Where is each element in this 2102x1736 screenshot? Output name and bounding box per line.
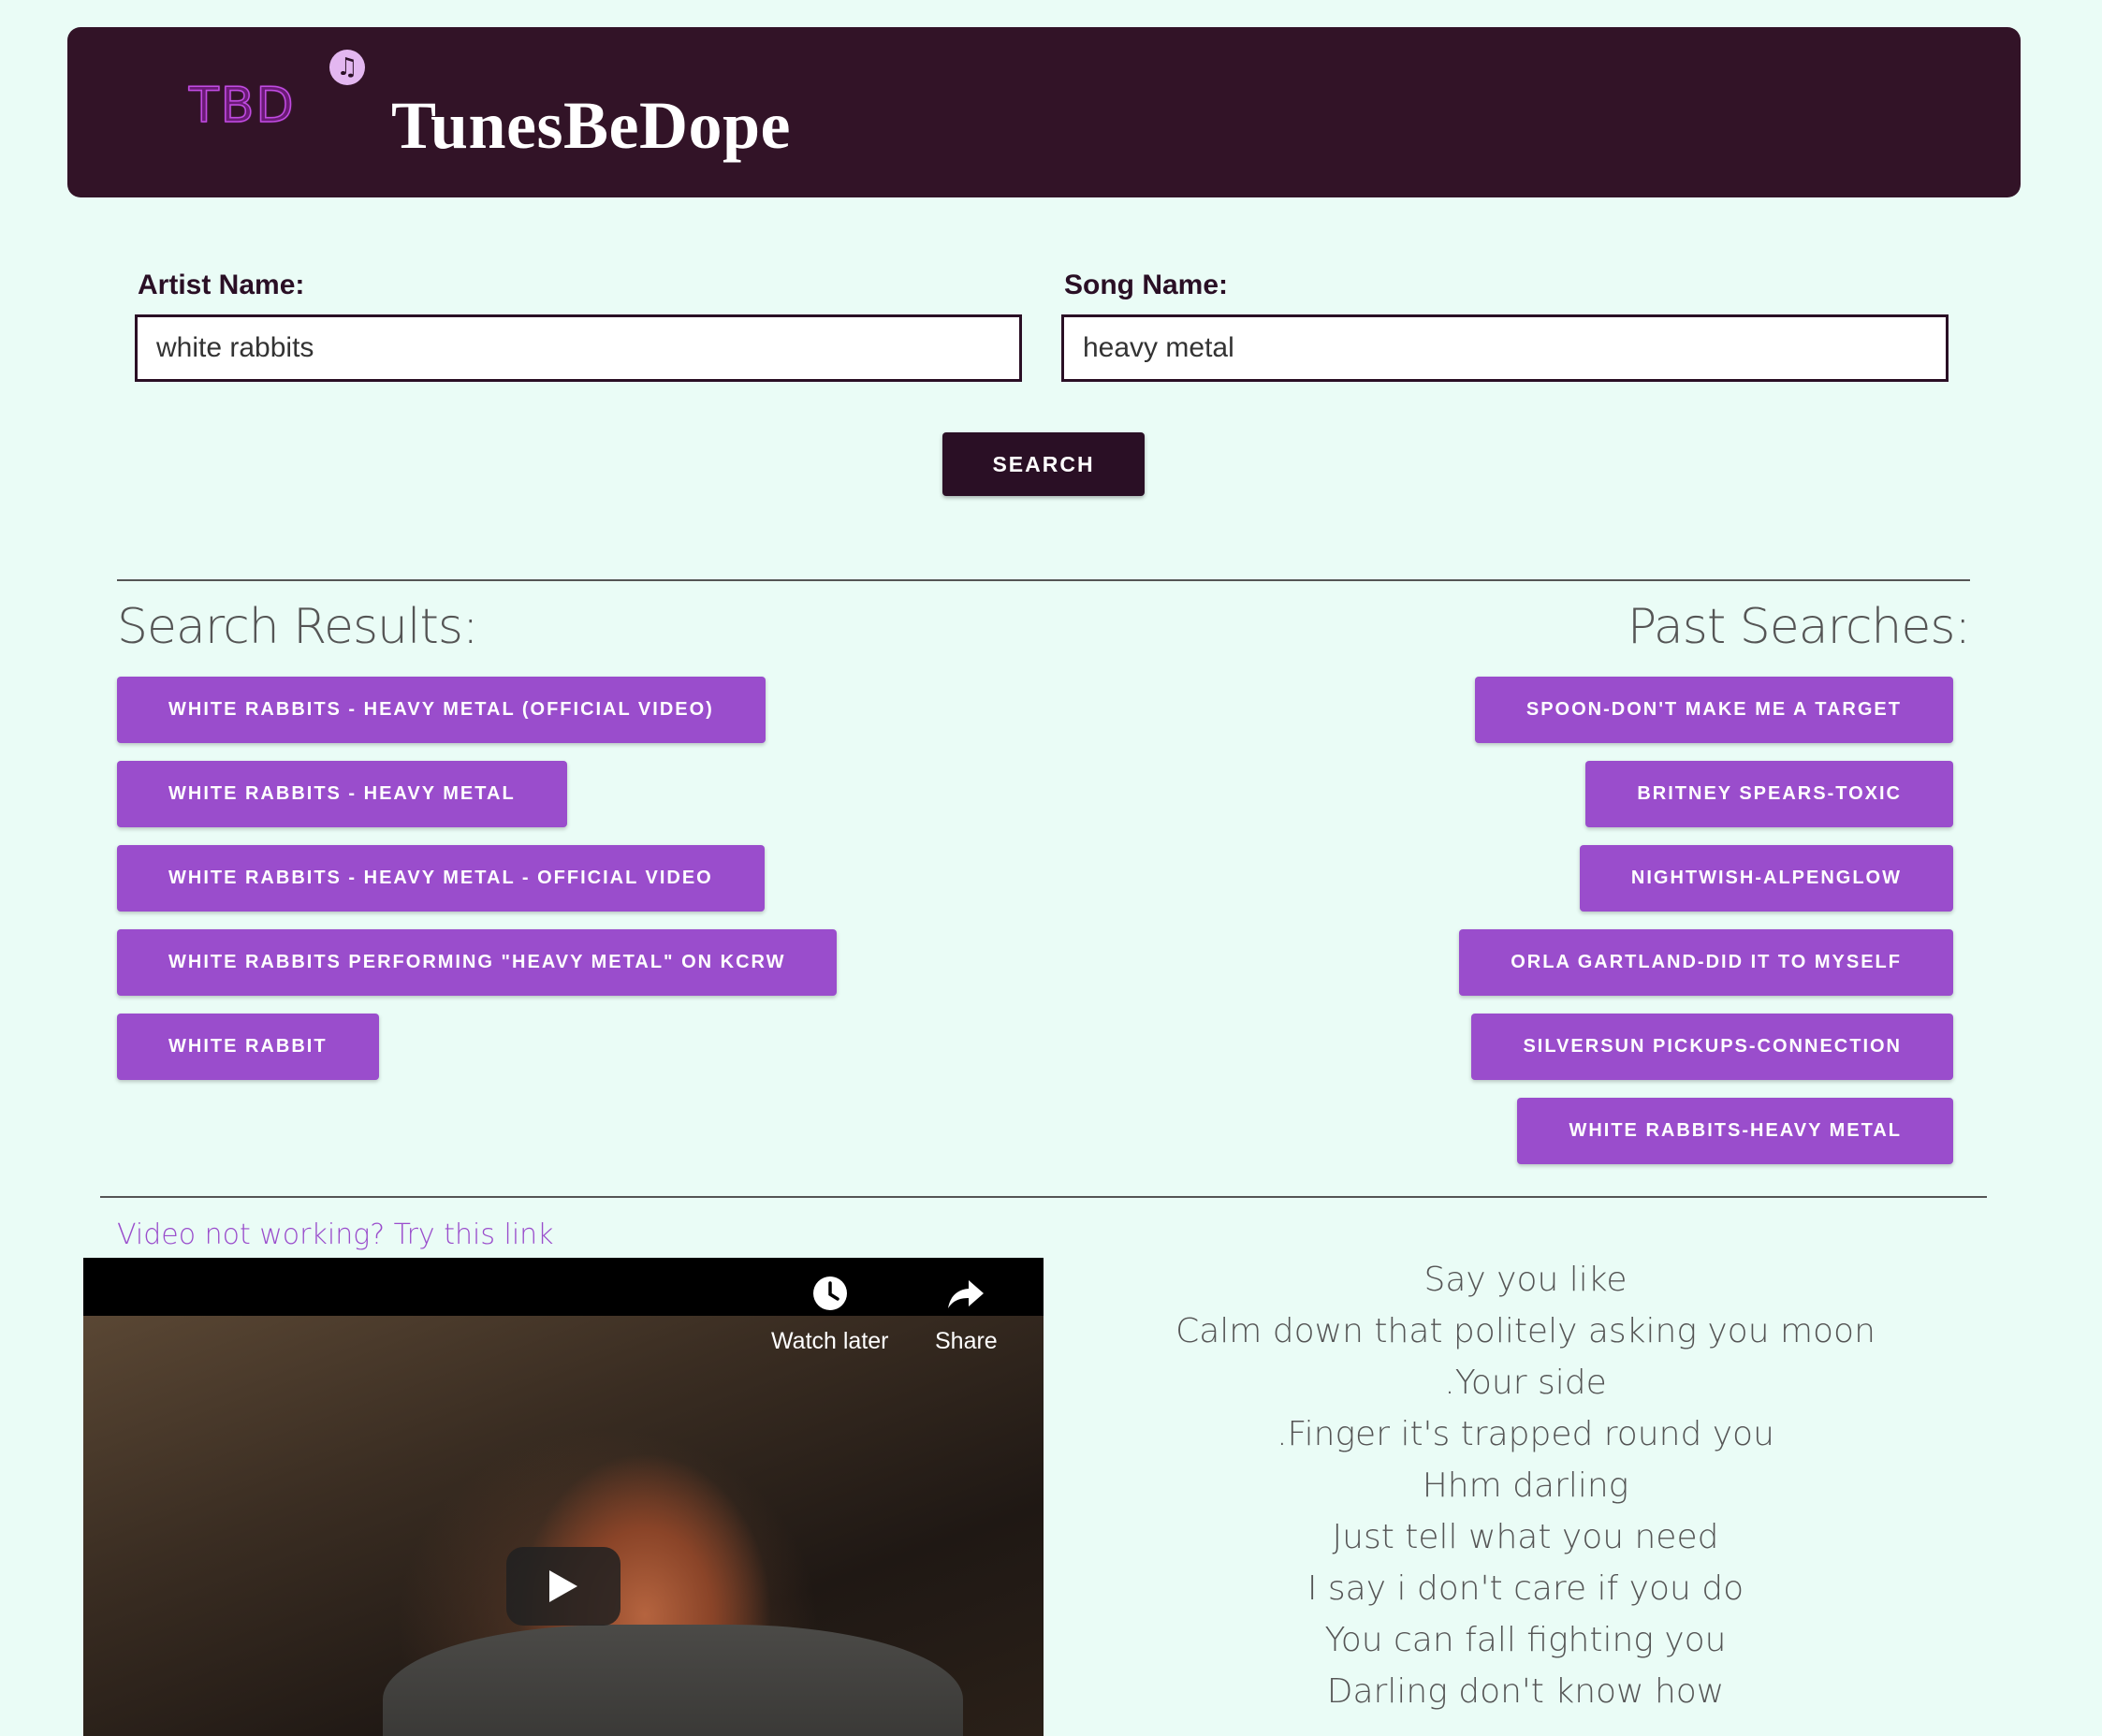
watch-later-button[interactable]: Watch later <box>771 1275 889 1355</box>
past-search-button[interactable]: spoon-don't make me a target <box>1474 677 1953 743</box>
play-button[interactable] <box>506 1547 620 1626</box>
past-searches-heading: Past Searches: <box>1627 599 1971 655</box>
lyric-line: .Your side <box>1444 1364 1607 1402</box>
video-player[interactable]: Watch later Share <box>83 1258 1044 1736</box>
song-name-label: Song Name: <box>1064 270 1229 300</box>
search-result-button[interactable]: White Rabbits - Heavy Metal (Official Vi… <box>117 677 766 743</box>
logo[interactable]: TBD ♫ <box>188 38 365 151</box>
lyric-line: Calm down that politely asking you moon <box>1175 1312 1876 1350</box>
watch-later-label: Watch later <box>771 1328 889 1354</box>
lyric-line: Hhm darling <box>1422 1466 1629 1505</box>
past-search-button[interactable]: britney spears-toxic <box>1585 761 1953 827</box>
music-note-icon: ♫ <box>329 50 365 85</box>
past-search-button[interactable]: nightwish-alpenglow <box>1579 845 1953 912</box>
divider <box>100 1196 1987 1198</box>
lyric-line: I say i don't care if you do <box>1306 1569 1744 1608</box>
play-icon <box>549 1570 577 1602</box>
lyric-line: Just tell what you need <box>1332 1518 1719 1556</box>
video-thumbnail <box>83 1316 1044 1736</box>
lyric-line: .Finger it's trapped round you <box>1277 1415 1774 1453</box>
search-result-button[interactable]: White Rabbits - Heavy Metal - Official V… <box>117 845 765 912</box>
clock-icon <box>811 1275 849 1320</box>
artist-name-input[interactable] <box>135 314 1022 382</box>
video-fallback-link[interactable]: Video not working? Try this link <box>117 1218 554 1251</box>
lyrics-panel: Say you like Calm down that politely ask… <box>1104 1254 1947 1717</box>
past-search-button[interactable]: silversun pickups-connection <box>1471 1014 1953 1080</box>
lyric-line: Say you like <box>1423 1261 1628 1299</box>
logo-text: TBD <box>188 77 296 135</box>
search-results-heading: Search Results: <box>117 599 478 655</box>
search-button[interactable]: SEARCH <box>942 432 1145 496</box>
search-results-list: White Rabbits - Heavy Metal (Official Vi… <box>117 677 838 1098</box>
lyric-line: You can fall fighting you <box>1324 1621 1727 1659</box>
divider <box>117 579 1970 581</box>
site-title: TunesBeDope <box>391 88 791 163</box>
share-label: Share <box>935 1328 998 1354</box>
search-result-button[interactable]: White Rabbits - Heavy Metal <box>117 761 567 827</box>
song-name-input[interactable] <box>1061 314 1949 382</box>
past-search-button[interactable]: white rabbits-heavy metal <box>1517 1098 1953 1164</box>
past-search-button[interactable]: orla gartland-did it to myself <box>1459 929 1953 996</box>
search-result-button[interactable]: White Rabbits performing "Heavy Metal" o… <box>117 929 838 996</box>
artist-name-label: Artist Name: <box>138 270 305 300</box>
search-result-button[interactable]: White Rabbit <box>117 1014 379 1080</box>
past-searches-list: spoon-don't make me a target britney spe… <box>1459 677 1953 1182</box>
share-arrow-icon <box>946 1275 985 1320</box>
share-button[interactable]: Share <box>935 1275 998 1355</box>
header-bar: TBD ♫ TunesBeDope <box>67 27 2021 197</box>
lyric-line: Darling don't know how <box>1326 1672 1725 1711</box>
